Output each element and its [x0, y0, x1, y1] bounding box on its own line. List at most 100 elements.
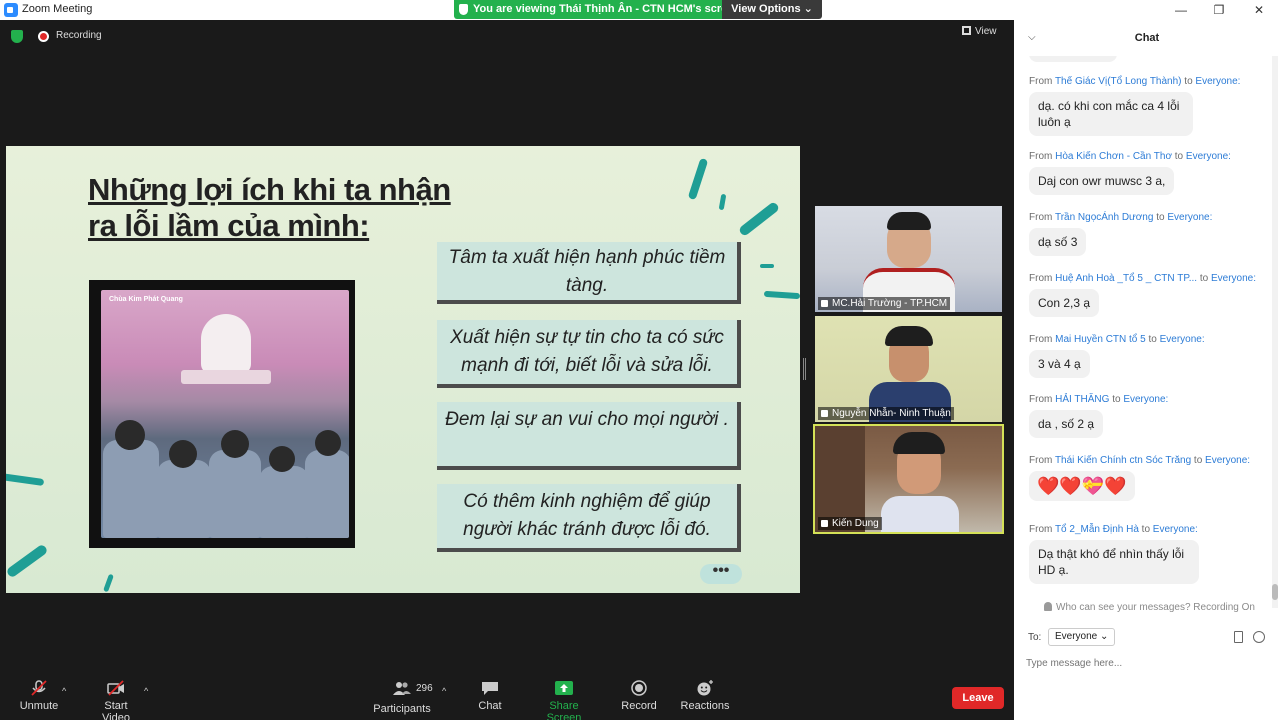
sender-name[interactable]: Mai Huyền CTN tổ 5 — [1055, 334, 1146, 345]
participants-label: Participants — [373, 703, 431, 715]
hair-shape — [893, 432, 945, 454]
share-screen-icon — [555, 681, 573, 695]
chat-message: From Thái Kiến Chính ctn Sóc Trăng to Ev… — [1029, 455, 1264, 501]
video-tile-2[interactable]: Nguyễn Nhẫn- Ninh Thuận — [815, 316, 1002, 422]
message-header: From Mai Huyền CTN tổ 5 to Everyone: — [1029, 334, 1205, 345]
recipient-name: Everyone: — [1210, 273, 1256, 284]
participants-button[interactable]: 296 Participants — [372, 680, 433, 715]
encryption-shield-icon[interactable] — [11, 30, 23, 43]
view-options-button[interactable]: View Options ⌄ — [722, 0, 822, 19]
decor-stroke — [763, 290, 800, 300]
sender-name[interactable]: Tổ 2_Mẫn Định Hà — [1055, 524, 1139, 535]
video-options-caret-icon[interactable]: ^ — [144, 686, 148, 696]
sender-name[interactable]: Trần NgọcÁnh Dương — [1055, 212, 1153, 223]
figure-head-shape — [115, 420, 145, 450]
emoji-icon[interactable] — [1253, 631, 1265, 643]
video-camera-off-icon — [107, 680, 124, 696]
message-header: From Huệ Anh Hoà _Tổ 5 _ CTN TP... to Ev… — [1029, 273, 1256, 284]
shield-icon — [459, 4, 468, 15]
zoom-logo-icon — [4, 3, 18, 17]
share-screen-button[interactable]: Share Screen — [532, 680, 596, 720]
video-tile-1[interactable]: MC.Hải Trường - TP.HCM — [815, 206, 1002, 312]
chat-message-list[interactable]: From Thế Giác Vị(Tổ Long Thành) to Every… — [1014, 56, 1272, 608]
slide-title: Những lợi ích khi ta nhận ra lỗi lầm của… — [88, 172, 451, 243]
chat-message: From Trần NgọcÁnh Dương to Everyone: dạ … — [1029, 212, 1264, 256]
minimize-button[interactable]: — — [1162, 0, 1200, 20]
message-bubble: Con 2,3 ạ — [1029, 289, 1100, 317]
message-bubble-hearts: ❤️❤️💝❤️ — [1029, 471, 1135, 501]
decor-stroke — [687, 157, 709, 201]
altar-shape — [181, 370, 271, 384]
chat-button[interactable]: Chat — [474, 680, 506, 712]
sender-name[interactable]: HẢI THĂNG — [1055, 394, 1109, 405]
recipient-select[interactable]: Everyone ⌄ — [1048, 628, 1116, 646]
privacy-note[interactable]: Who can see your messages? Recording On — [1044, 602, 1255, 613]
figure-shape — [209, 450, 261, 538]
close-button[interactable]: ✕ — [1240, 0, 1278, 20]
decor-stroke — [760, 264, 774, 268]
figure-shape — [259, 466, 309, 538]
participant-name-label: MC.Hải Trường - TP.HCM — [818, 297, 951, 310]
start-video-button[interactable]: Start Video — [90, 680, 142, 720]
benefit-box-2: Xuất hiện sự tự tin cho ta có sức mạnh đ… — [437, 320, 741, 388]
meeting-toolbar: Unmute ^ Start Video ^ 296 Participants … — [0, 672, 1014, 720]
hair-shape — [887, 212, 931, 230]
video-tile-3-active-speaker[interactable]: Kiến Dung — [813, 424, 1004, 534]
sender-name[interactable]: Thế Giác Vị(Tổ Long Thành) — [1055, 76, 1182, 87]
message-header: From Thái Kiến Chính ctn Sóc Trăng to Ev… — [1029, 455, 1251, 466]
audio-options-caret-icon[interactable]: ^ — [62, 686, 66, 696]
chat-message: From Mai Huyền CTN tổ 5 to Everyone: 3 v… — [1029, 334, 1264, 378]
decor-stroke — [718, 193, 727, 211]
chat-message: From Tổ 2_Mẫn Định Hà to Everyone: Dạ th… — [1029, 524, 1264, 584]
figure-head-shape — [269, 446, 295, 472]
chat-message: From HẢI THĂNG to Everyone: da , số 2 ạ — [1029, 394, 1264, 438]
recipient-name: Everyone: — [1205, 455, 1251, 466]
decor-stroke — [737, 200, 781, 238]
chat-header: ⌵ Chat — [1014, 20, 1280, 56]
file-icon[interactable] — [1234, 631, 1243, 643]
record-icon — [631, 680, 647, 696]
record-button[interactable]: Record — [620, 680, 658, 712]
reactions-button[interactable]: Reactions — [680, 680, 730, 712]
shared-screen-slide: Những lợi ích khi ta nhận ra lỗi lầm của… — [6, 146, 800, 593]
figure-head-shape — [315, 430, 341, 456]
chat-scrollbar[interactable] — [1272, 56, 1278, 608]
view-label: View — [975, 26, 997, 37]
message-header: From Thế Giác Vị(Tổ Long Thành) to Every… — [1029, 76, 1241, 87]
chat-scrollbar-thumb[interactable] — [1272, 584, 1278, 600]
sender-name[interactable]: Thái Kiến Chính ctn Sóc Trăng — [1055, 455, 1191, 466]
share-screen-label: Share Screen — [546, 700, 582, 720]
unmute-button[interactable]: Unmute — [18, 680, 60, 712]
chat-panel: ⌵ Chat From Thế Giác Vị(Tổ Long Thành) t… — [1014, 20, 1280, 720]
recording-label: Recording — [56, 30, 102, 41]
recipient-name: Everyone: — [1185, 151, 1231, 162]
maximize-button[interactable]: ❐ — [1200, 0, 1238, 20]
buddha-statue-shape — [201, 314, 251, 374]
message-bubble: Dạ thật khó để nhìn thấy lỗi HD ạ. — [1029, 540, 1199, 584]
reactions-smiley-icon — [697, 680, 713, 696]
sender-name[interactable]: Huệ Anh Hoà _Tổ 5 _ CTN TP... — [1055, 273, 1197, 284]
benefit-box-4: Có thêm kinh nghiệm để giúp người khác t… — [437, 484, 741, 552]
sender-name[interactable]: Hòa Kiến Chơn - Cần Thơ — [1055, 151, 1172, 162]
leave-button[interactable]: Leave — [952, 687, 1004, 709]
message-header: From Trần NgọcÁnh Dương to Everyone: — [1029, 212, 1213, 223]
chat-bubble-icon — [482, 682, 498, 695]
recipient-name: Everyone: — [1167, 212, 1213, 223]
slide-more-button[interactable]: ••• — [700, 563, 742, 584]
figure-shape — [305, 450, 349, 538]
view-button[interactable]: View — [962, 26, 997, 42]
message-header: From Tổ 2_Mẫn Định Hà to Everyone: — [1029, 524, 1198, 535]
chat-message-input[interactable] — [1026, 654, 1266, 672]
to-label: To: — [1028, 632, 1042, 643]
recipient-name: Everyone: — [1159, 334, 1205, 345]
recording-icon — [38, 31, 49, 42]
participants-options-caret-icon[interactable]: ^ — [442, 686, 446, 696]
message-bubble: dạ số 3 — [1029, 228, 1087, 256]
benefit-box-1: Tâm ta xuất hiện hạnh phúc tiềm tàng. — [437, 242, 741, 304]
figure-head-shape — [221, 430, 249, 458]
split-view-handle[interactable] — [803, 358, 806, 380]
recipient-name: Everyone: — [1152, 524, 1198, 535]
microphone-muted-icon — [31, 680, 47, 696]
message-bubble: 3 và 4 ạ — [1029, 350, 1090, 378]
pin-icon — [821, 410, 828, 417]
